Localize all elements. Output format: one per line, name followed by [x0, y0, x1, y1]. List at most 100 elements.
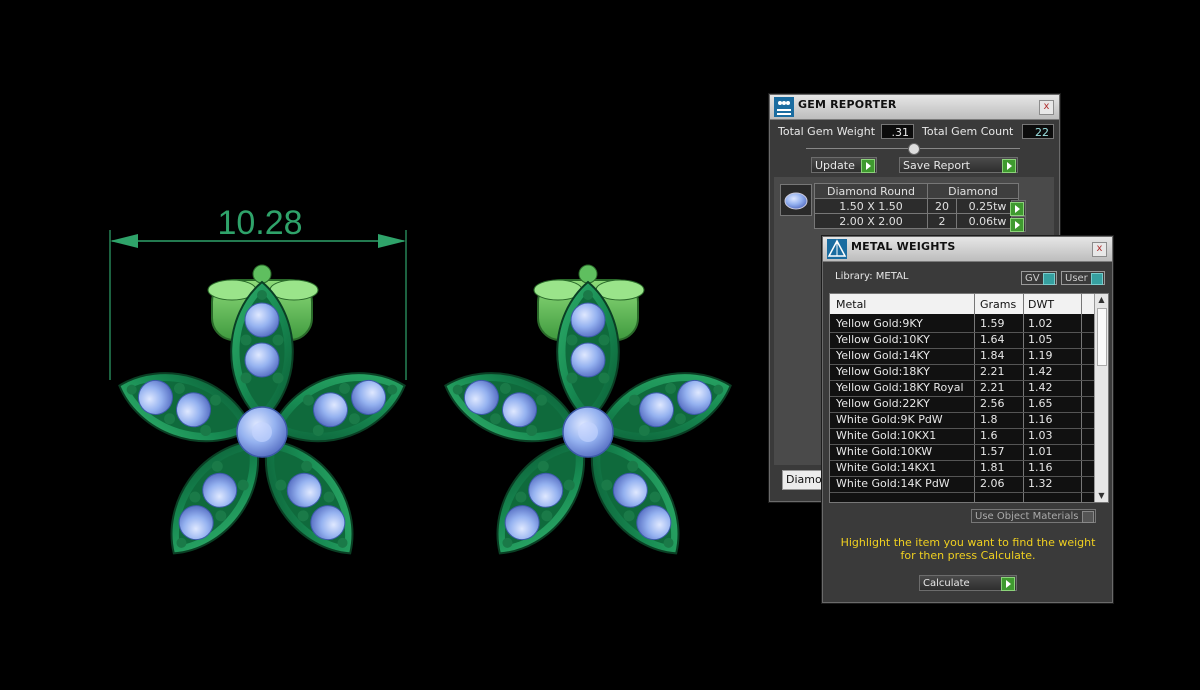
- metal-name: White Gold:9K PdW: [836, 413, 943, 426]
- gem-table: Diamond Round Diamond 1.50 X 1.50 20 0.2…: [814, 183, 1019, 229]
- metal-grams: 1.57: [980, 445, 1005, 458]
- earring-left: [110, 265, 414, 571]
- earring-render: 10.28: [0, 204, 760, 690]
- table-row[interactable]: Yellow Gold:18KY 2.21 1.42: [830, 364, 1094, 381]
- metal-name: Yellow Gold:18KY: [836, 365, 930, 378]
- use-object-materials-indicator: [1082, 511, 1094, 523]
- total-gem-weight-label: Total Gem Weight: [778, 125, 876, 138]
- metal-grams: 1.6: [980, 429, 998, 442]
- close-icon[interactable]: x: [1039, 100, 1054, 115]
- gem-table-row[interactable]: 2.00 X 2.00 2 0.06tw: [814, 213, 1019, 229]
- metal-name: Yellow Gold:14KY: [836, 349, 930, 362]
- scroll-down-icon[interactable]: ▼: [1097, 491, 1106, 501]
- metal-grams: 2.56: [980, 397, 1005, 410]
- gem-table-header-shape: Diamond Round: [814, 183, 928, 199]
- metal-weights-titlebar[interactable]: METAL WEIGHTS x: [823, 237, 1112, 262]
- gem-size: 2.00 X 2.00: [814, 213, 928, 229]
- gem-row-select-button[interactable]: [1010, 200, 1026, 216]
- gem-size: 1.50 X 1.50: [814, 198, 928, 214]
- gem-count: 2: [927, 213, 957, 229]
- gv-toggle[interactable]: GV: [1021, 271, 1057, 285]
- metal-name: White Gold:10KX1: [836, 429, 937, 442]
- metal-dwt: 1.05: [1028, 333, 1053, 346]
- table-row[interactable]: White Gold:14K PdW 2.06 1.32: [830, 476, 1094, 493]
- metal-dwt: 1.16: [1028, 413, 1053, 426]
- metal-name: Yellow Gold:10KY: [836, 333, 930, 346]
- metal-dwt: 1.02: [1028, 317, 1053, 330]
- gem-reporter-icon: [774, 97, 794, 117]
- play-icon: [1010, 202, 1024, 216]
- diamond-icon: [784, 192, 808, 210]
- user-label: User: [1065, 273, 1088, 284]
- use-object-materials-label: Use Object Materials: [975, 511, 1079, 522]
- total-gem-count-value: 22: [1022, 124, 1054, 139]
- metal-weights-icon: [827, 239, 847, 259]
- table-row[interactable]: White Gold:10KX1 1.6 1.03: [830, 428, 1094, 445]
- user-toggle[interactable]: User: [1061, 271, 1105, 285]
- gem-reporter-title: GEM REPORTER: [798, 98, 897, 111]
- table-row[interactable]: White Gold:9K PdW 1.8 1.16: [830, 412, 1094, 429]
- metal-name: White Gold:14K PdW: [836, 477, 950, 490]
- total-gem-weight-value: .31: [881, 124, 914, 139]
- gem-row-select-button[interactable]: [1010, 216, 1026, 232]
- gv-indicator: [1043, 273, 1055, 285]
- calculate-hint-line2: for then press Calculate.: [900, 549, 1036, 562]
- play-icon: [861, 159, 875, 173]
- close-icon[interactable]: x: [1092, 242, 1107, 257]
- gv-label: GV: [1025, 273, 1040, 284]
- metal-name: Yellow Gold:22KY: [836, 397, 930, 410]
- metal-dwt: 1.16: [1028, 461, 1053, 474]
- gem-count: 20: [927, 198, 957, 214]
- dimension-label: 10.28: [217, 204, 302, 242]
- metal-grams: 1.81: [980, 461, 1005, 474]
- metal-weights-panel: METAL WEIGHTS x Library: METAL GV User M…: [822, 236, 1113, 603]
- metal-table-scrollbar[interactable]: ▲ ▼: [1094, 294, 1108, 502]
- save-report-button-label: Save Report: [903, 159, 970, 172]
- metal-grams: 2.21: [980, 365, 1005, 378]
- metal-dwt: 1.03: [1028, 429, 1053, 442]
- user-indicator: [1091, 273, 1103, 285]
- col-dwt: DWT: [1028, 298, 1055, 311]
- metal-dwt: 1.01: [1028, 445, 1053, 458]
- table-row[interactable]: Yellow Gold:22KY 2.56 1.65: [830, 396, 1094, 413]
- save-report-button[interactable]: Save Report: [899, 157, 1018, 173]
- calculate-button[interactable]: Calculate: [919, 575, 1017, 591]
- metal-dwt: 1.42: [1028, 381, 1053, 394]
- calculate-button-label: Calculate: [923, 578, 970, 589]
- 3d-viewport[interactable]: 10.28: [0, 0, 760, 690]
- update-button-label: Update: [815, 159, 855, 172]
- table-row[interactable]: Yellow Gold:14KY 1.84 1.19: [830, 348, 1094, 365]
- play-icon: [1002, 159, 1016, 173]
- scroll-thumb[interactable]: [1097, 308, 1107, 366]
- metal-grams: 1.64: [980, 333, 1005, 346]
- col-metal: Metal: [836, 298, 867, 311]
- metal-grams: 2.21: [980, 381, 1005, 394]
- calculate-hint-line1: Highlight the item you want to find the …: [840, 536, 1096, 549]
- metal-weights-table[interactable]: Metal Grams DWT Yellow Gold:9KY 1.59 1.02 …: [829, 293, 1109, 503]
- metal-name: White Gold:14KX1: [836, 461, 937, 474]
- update-button[interactable]: Update: [811, 157, 877, 173]
- gem-table-row[interactable]: 1.50 X 1.50 20 0.25tw: [814, 198, 1019, 214]
- library-label: Library: METAL: [835, 271, 909, 282]
- play-icon: [1010, 218, 1024, 232]
- gem-table-header-type: Diamond: [927, 183, 1019, 199]
- gem-reporter-titlebar[interactable]: GEM REPORTER x: [770, 95, 1059, 120]
- metal-dwt: 1.65: [1028, 397, 1053, 410]
- metal-dwt: 1.42: [1028, 365, 1053, 378]
- use-object-materials-toggle[interactable]: Use Object Materials: [971, 509, 1096, 523]
- metal-grams: 1.59: [980, 317, 1005, 330]
- metal-grams: 2.06: [980, 477, 1005, 490]
- metal-weights-title: METAL WEIGHTS: [851, 240, 956, 253]
- table-row[interactable]: Yellow Gold:10KY 1.64 1.05: [830, 332, 1094, 349]
- gem-thumbnail[interactable]: [780, 184, 812, 216]
- total-gem-count-label: Total Gem Count: [922, 125, 1014, 138]
- table-row[interactable]: White Gold:14KX1 1.81 1.16: [830, 460, 1094, 477]
- scroll-up-icon[interactable]: ▲: [1097, 295, 1106, 305]
- table-row[interactable]: Yellow Gold:18KY Royal 2.21 1.42: [830, 380, 1094, 397]
- table-row[interactable]: Yellow Gold:9KY 1.59 1.02: [830, 316, 1094, 333]
- gem-slider-handle[interactable]: [908, 143, 920, 155]
- metal-dwt: 1.19: [1028, 349, 1053, 362]
- metal-dwt: 1.32: [1028, 477, 1053, 490]
- metal-grams: 1.84: [980, 349, 1005, 362]
- table-row[interactable]: White Gold:10KW 1.57 1.01: [830, 444, 1094, 461]
